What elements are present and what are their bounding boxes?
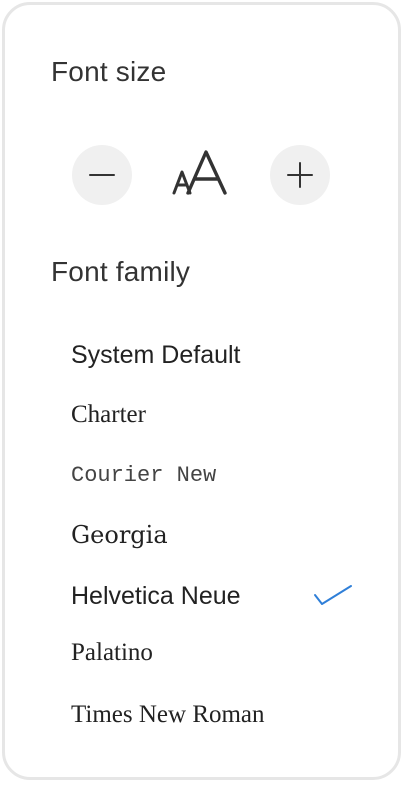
font-option-times-new-roman[interactable]: Times New Roman [71, 694, 361, 736]
increase-font-size-button[interactable] [270, 145, 330, 205]
font-option-system-default[interactable]: System Default [71, 334, 361, 376]
font-family-title: Font family [51, 256, 191, 287]
font-option-georgia[interactable]: Georgia [71, 514, 361, 556]
font-size-title: Font size [51, 56, 167, 87]
font-option-charter[interactable]: Charter [71, 394, 361, 436]
font-size-aa-icon [172, 150, 227, 195]
checkmark-icon [314, 585, 352, 605]
font-option-courier-new[interactable]: Courier New [71, 454, 361, 496]
font-option-palatino[interactable]: Palatino [71, 632, 361, 674]
minus-icon [89, 174, 115, 176]
decrease-font-size-button[interactable] [72, 145, 132, 205]
plus-icon [287, 162, 313, 188]
